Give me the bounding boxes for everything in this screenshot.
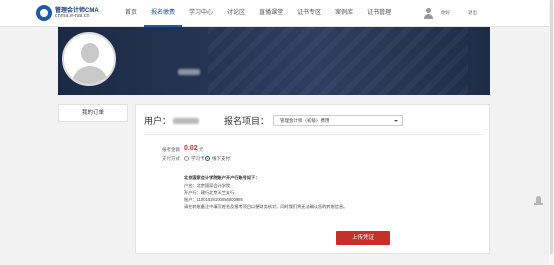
user-label: 用户： <box>144 116 172 126</box>
pay-option-study-card[interactable]: 学习卡 <box>191 156 205 162</box>
bank-branch: 开户行：建行北京天竺支行 <box>184 190 235 195</box>
sidebar-item-my-orders[interactable]: 我的订单 <box>58 104 128 122</box>
bank-note: 请在转账备注中填写姓名及报考项目以便财务核对，同时我们将无法确认您的转账信息。 <box>184 204 348 209</box>
project-select[interactable]: 管理会计师（初级）费用 <box>273 115 403 126</box>
nav-item-learning-center[interactable]: 学习中心 <box>182 0 220 27</box>
user-name-redacted <box>173 118 199 124</box>
divider <box>144 134 483 135</box>
pay-option-offline[interactable]: 线下支付 <box>212 156 230 162</box>
nav-item-live-class[interactable]: 直播课堂 <box>252 0 290 27</box>
payment-panel: 用户： 报名项目： 管理会计师（初级）费用 报考金额 0.02 元 支付方式 学… <box>135 104 490 254</box>
main-nav: 首页 报名缴费 学习中心 讨论区 直播课堂 证书专区 案例库 证书管理 <box>118 0 398 27</box>
project-label: 报名项目： <box>224 116 270 126</box>
nav-item-registration[interactable]: 报名缴费 <box>144 0 183 27</box>
profile-name-redacted <box>178 69 200 75</box>
nav-item-forum[interactable]: 讨论区 <box>220 0 252 27</box>
feedback-icon[interactable] <box>533 196 545 208</box>
fee-label: 报考金额 <box>162 147 180 152</box>
top-navigation: 管理会计师CMA cnma.e-nai.cn 首页 报名缴费 学习中心 讨论区 … <box>0 0 554 27</box>
avatar-placeholder-icon[interactable] <box>62 32 116 86</box>
profile-banner <box>58 27 490 95</box>
user-icon-body <box>424 14 433 19</box>
project-select-value: 管理会计师（初级）费用 <box>280 118 330 123</box>
greeting-link[interactable]: 你好 <box>441 10 450 16</box>
logo-icon <box>36 5 52 21</box>
logo-subtitle: cnma.e-nai.cn <box>55 13 90 19</box>
pay-method-label: 支付方式 <box>162 156 180 161</box>
sidebar-item-label: 我的订单 <box>81 110 104 116</box>
site-logo[interactable]: 管理会计师CMA cnma.e-nai.cn <box>36 4 102 22</box>
logout-link[interactable]: 退出 <box>468 10 477 16</box>
user-icon-head <box>426 8 431 13</box>
fee-unit: 元 <box>199 147 204 152</box>
nav-item-certificate-zone[interactable]: 证书专区 <box>290 0 328 27</box>
avatar-body-shape <box>72 66 108 84</box>
avatar-head-shape <box>81 43 99 63</box>
caret-down-icon <box>394 120 398 122</box>
nav-item-certificate-management[interactable]: 证书管理 <box>360 0 398 27</box>
bank-name: 户名：北京国家会计学院 <box>184 183 231 188</box>
page: 管理会计师CMA cnma.e-nai.cn 首页 报名缴费 学习中心 讨论区 … <box>0 0 554 265</box>
user-icon[interactable] <box>424 8 433 19</box>
radio-icon-study-card[interactable] <box>184 156 189 161</box>
bank-title: 北京国家会计学院账户开户行账号如下： <box>184 175 260 180</box>
upload-voucher-label: 上传凭证 <box>351 235 374 241</box>
bank-account: 账户：11001028100056000985 <box>184 197 243 202</box>
upload-voucher-button[interactable]: 上传凭证 <box>336 231 390 245</box>
nav-item-home[interactable]: 首页 <box>118 0 144 27</box>
radio-icon-offline[interactable] <box>205 156 210 161</box>
fee-amount: 0.02 <box>184 145 198 152</box>
nav-item-case-library[interactable]: 案例库 <box>328 0 360 27</box>
scrollbar-thumb[interactable] <box>550 0 553 254</box>
